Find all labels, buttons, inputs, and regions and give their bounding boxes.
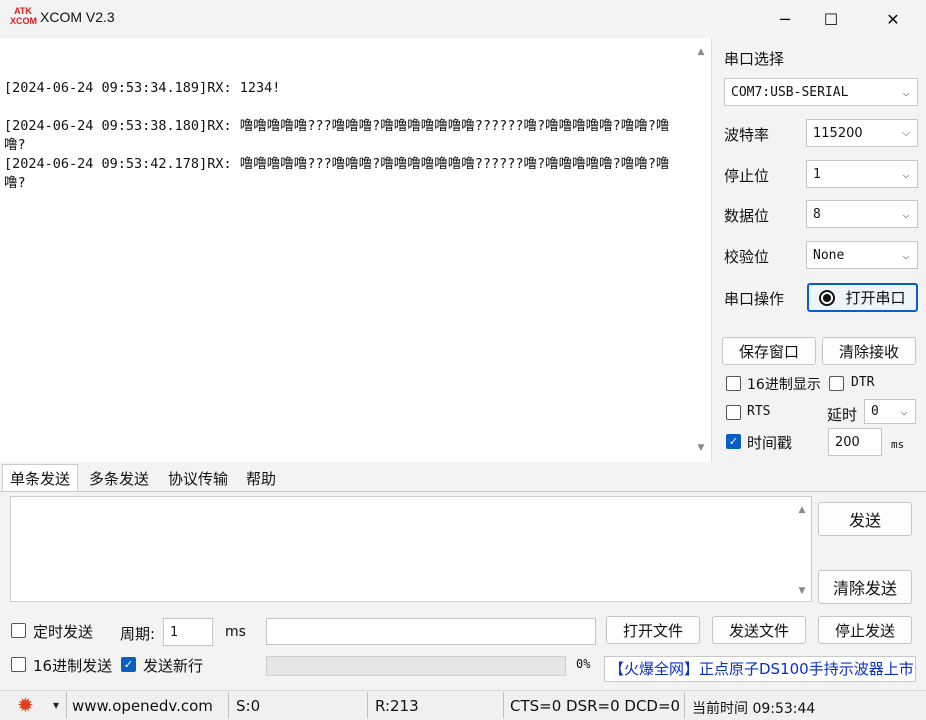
port-value: COM7:USB-SERIAL xyxy=(731,84,849,100)
open-port-button[interactable]: 打开串口 xyxy=(807,283,918,312)
clear-send-button[interactable]: 清除发送 xyxy=(818,570,912,604)
tab-help[interactable]: 帮助 xyxy=(238,464,284,492)
send-newline-label: 发送新行 xyxy=(143,657,204,675)
port-select[interactable]: COM7:USB-SERIAL ⌵ xyxy=(724,78,918,106)
parity-label: 校验位 xyxy=(724,248,770,266)
line-status: CTS=0 DSR=0 DCD=0 xyxy=(510,697,681,715)
save-window-button[interactable]: 保存窗口 xyxy=(722,337,816,365)
port-label: 串口选择 xyxy=(724,50,785,68)
app-logo-line2: XCOM xyxy=(10,16,37,26)
timestamp-checkbox[interactable]: ✓ xyxy=(726,434,741,449)
rts-checkbox[interactable] xyxy=(726,405,741,420)
close-icon: ✕ xyxy=(886,9,900,29)
dtr-label: DTR xyxy=(851,375,875,390)
timestamp-interval-input[interactable]: 200 xyxy=(828,428,882,456)
hex-display-checkbox[interactable] xyxy=(726,376,741,391)
chevron-down-icon: ⌵ xyxy=(902,167,910,181)
tab-single-send[interactable]: 单条发送 xyxy=(2,464,78,492)
file-path-input[interactable] xyxy=(266,618,596,645)
check-icon: ✓ xyxy=(123,658,134,671)
scroll-down-icon[interactable]: ▼ xyxy=(693,440,709,456)
stop-bits-label: 停止位 xyxy=(724,167,770,185)
period-label: 周期: xyxy=(120,625,156,643)
open-file-button[interactable]: 打开文件 xyxy=(606,616,700,644)
timestamp-label: 时间戳 xyxy=(747,434,793,452)
delay-label: 延时 xyxy=(827,406,858,424)
close-button[interactable]: ✕ xyxy=(870,0,916,38)
receive-area[interactable]: [2024-06-24 09:53:34.189]RX: 1234! [2024… xyxy=(0,38,712,462)
delay-select[interactable]: 0 ⌵ xyxy=(864,399,916,424)
rts-label: RTS xyxy=(747,404,771,419)
hex-display-label: 16进制显示 xyxy=(747,377,821,393)
stop-bits-value: 1 xyxy=(813,166,821,182)
status-separator xyxy=(228,692,229,718)
progress-text: 0% xyxy=(576,657,591,671)
send-file-button[interactable]: 发送文件 xyxy=(712,616,806,644)
port-operation-label: 串口操作 xyxy=(724,290,785,308)
app-logo-line1: ATK xyxy=(14,6,32,16)
maximize-icon: ☐ xyxy=(823,9,839,29)
receive-text: [2024-06-24 09:53:34.189]RX: 1234! [2024… xyxy=(4,80,670,191)
data-bits-label: 数据位 xyxy=(724,207,770,225)
baud-label: 波特率 xyxy=(724,126,770,144)
scroll-up-icon[interactable]: ▲ xyxy=(693,44,709,60)
parity-select[interactable]: None ⌵ xyxy=(806,241,918,269)
timed-send-checkbox[interactable] xyxy=(11,623,26,638)
status-separator xyxy=(503,692,504,718)
current-time: 当前时间 09:53:44 xyxy=(692,701,816,717)
data-bits-value: 8 xyxy=(813,206,821,222)
received-count: R:213 xyxy=(375,697,419,715)
gear-icon[interactable]: ✹ xyxy=(17,694,34,716)
period-unit: ms xyxy=(225,624,246,640)
chevron-down-icon[interactable]: ▾ xyxy=(53,698,59,712)
clear-receive-button[interactable]: 清除接收 xyxy=(822,337,916,365)
scroll-down-icon[interactable]: ▼ xyxy=(794,583,810,599)
window-title: XCOM V2.3 xyxy=(40,9,115,25)
chevron-down-icon: ⌵ xyxy=(902,85,910,99)
tab-multi-send[interactable]: 多条发送 xyxy=(80,464,158,492)
dtr-checkbox[interactable] xyxy=(829,376,844,391)
send-input[interactable]: ▲ ▼ xyxy=(10,496,812,602)
period-input[interactable]: 1 xyxy=(163,618,213,646)
hex-send-checkbox[interactable] xyxy=(11,657,26,672)
baud-value: 115200 xyxy=(813,125,863,141)
data-bits-select[interactable]: 8 ⌵ xyxy=(806,200,918,228)
tab-divider xyxy=(0,491,926,492)
chevron-down-icon: ⌵ xyxy=(902,207,910,221)
chevron-down-icon: ⌵ xyxy=(901,126,911,139)
baud-select[interactable]: 115200 ⌵ xyxy=(806,119,918,147)
scroll-up-icon[interactable]: ▲ xyxy=(794,502,810,518)
website-link[interactable]: www.openedv.com xyxy=(72,697,213,715)
send-scrollbar[interactable]: ▲ ▼ xyxy=(793,497,811,601)
timed-send-label: 定时发送 xyxy=(33,623,94,641)
open-port-label: 打开串口 xyxy=(845,289,906,307)
timestamp-unit: ms xyxy=(891,438,905,451)
status-separator xyxy=(66,692,67,718)
delay-value: 0 xyxy=(871,404,879,419)
hex-send-label: 16进制发送 xyxy=(33,657,113,675)
stop-bits-select[interactable]: 1 ⌵ xyxy=(806,160,918,188)
chevron-down-icon: ⌵ xyxy=(902,248,910,262)
parity-value: None xyxy=(813,247,845,263)
check-icon: ✓ xyxy=(728,435,739,448)
stop-send-button[interactable]: 停止发送 xyxy=(818,616,912,644)
receive-scrollbar[interactable]: ▲ ▼ xyxy=(692,38,710,462)
send-progress-bar xyxy=(266,656,566,676)
minimize-button[interactable]: ─ xyxy=(762,0,808,38)
record-icon xyxy=(819,289,836,306)
send-button[interactable]: 发送 xyxy=(818,502,912,536)
maximize-button[interactable]: ☐ xyxy=(808,0,854,38)
status-separator xyxy=(684,692,685,718)
chevron-down-icon: ⌵ xyxy=(900,405,908,418)
send-newline-checkbox[interactable]: ✓ xyxy=(121,657,136,672)
status-separator xyxy=(367,692,368,718)
tab-protocol[interactable]: 协议传输 xyxy=(160,464,236,492)
app-logo: ATK XCOM xyxy=(10,6,37,30)
sent-count: S:0 xyxy=(236,697,261,715)
ad-link[interactable]: 【火爆全网】正点原子DS100手持示波器上市 xyxy=(604,656,916,682)
minimize-icon: ─ xyxy=(780,9,790,29)
